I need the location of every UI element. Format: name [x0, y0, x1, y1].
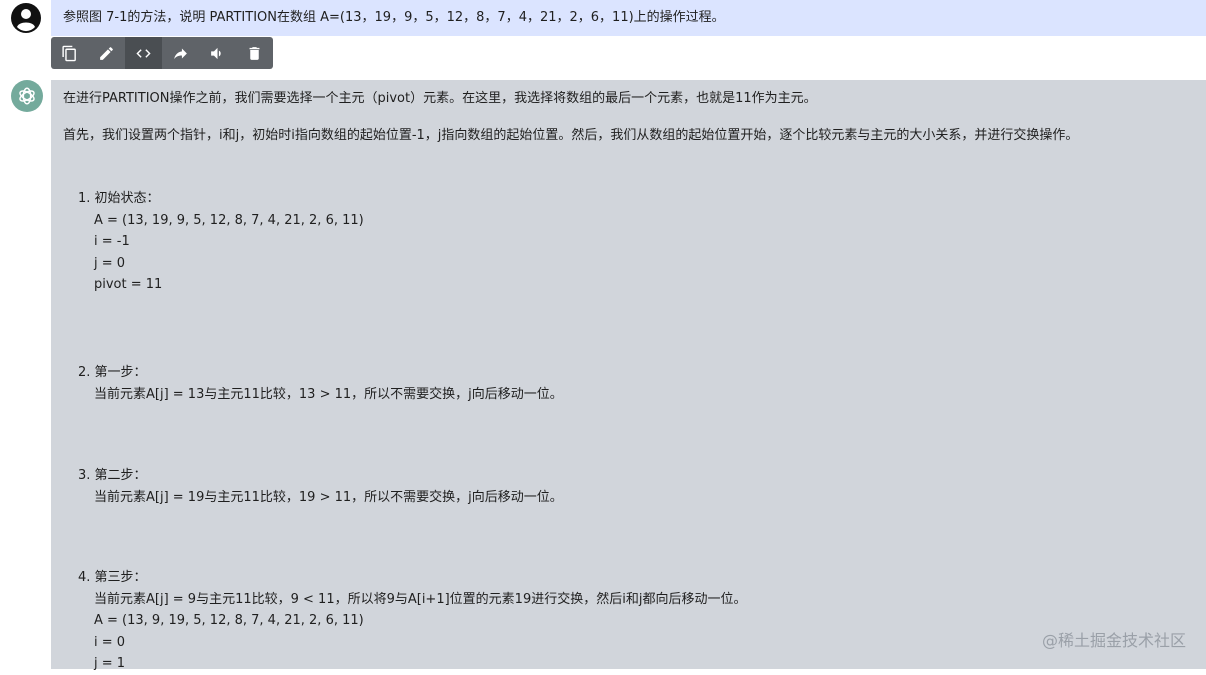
step-line: A = (13, 19, 9, 5, 12, 8, 7, 4, 21, 2, 6…	[94, 212, 364, 228]
speaker-button[interactable]	[199, 37, 236, 69]
step-item: 1. 初始状态： A = (13, 19, 9, 5, 12, 8, 7, 4,…	[78, 188, 364, 296]
copy-button[interactable]	[51, 37, 88, 69]
answer-setup: 首先，我们设置两个指针，i和j，初始时i指向数组的起始位置-1，j指向数组的起始…	[63, 128, 1079, 143]
assistant-answer: 在进行PARTITION操作之前，我们需要选择一个主元（pivot）元素。在这里…	[51, 80, 1206, 671]
step-line: j = 0	[94, 255, 126, 271]
step-line: 当前元素A[j] = 13与主元11比较，13 > 11，所以不需要交换，j向后…	[94, 386, 563, 402]
step-item: 3. 第二步： 当前元素A[j] = 19与主元11比较，19 > 11，所以不…	[78, 465, 563, 508]
code-button[interactable]	[125, 37, 162, 69]
delete-icon	[249, 46, 260, 60]
code-icon	[136, 48, 151, 58]
step-line: 当前元素A[j] = 9与主元11比较，9 < 11，所以将9与A[i+1]位置…	[94, 591, 747, 607]
step-item: 2. 第一步： 当前元素A[j] = 13与主元11比较，13 > 11，所以不…	[78, 362, 563, 405]
question-text: 参照图 7-1的方法，说明 PARTITION在数组 A=(13，19，9，5，…	[63, 10, 725, 25]
step-line: i = 0	[94, 634, 126, 650]
delete-button[interactable]	[236, 37, 273, 69]
share-icon	[174, 48, 187, 59]
step-title: 4. 第三步：	[78, 570, 147, 585]
answer-intro: 在进行PARTITION操作之前，我们需要选择一个主元（pivot）元素。在这里…	[63, 91, 817, 106]
step-line: pivot = 11	[94, 277, 163, 292]
step-title: 2. 第一步：	[78, 365, 147, 380]
edit-button[interactable]	[88, 37, 125, 69]
watermark: @稀土掘金技术社区	[1041, 631, 1186, 650]
share-button[interactable]	[162, 37, 199, 69]
step-line: j = 1	[94, 656, 126, 671]
assistant-avatar-icon	[11, 80, 43, 112]
message-toolbar	[51, 37, 273, 69]
user-avatar-icon	[11, 3, 41, 33]
step-line: i = -1	[94, 234, 130, 249]
step-title: 1. 初始状态：	[78, 191, 160, 206]
copy-icon	[62, 45, 76, 61]
step-line: 当前元素A[j] = 19与主元11比较，19 > 11，所以不需要交换，j向后…	[94, 489, 563, 505]
step-line: A = (13, 9, 19, 5, 12, 8, 7, 4, 21, 2, 6…	[94, 613, 364, 628]
user-question: 参照图 7-1的方法，说明 PARTITION在数组 A=(13，19，9，5，…	[51, 0, 1206, 36]
edit-icon	[100, 46, 113, 60]
step-title: 3. 第二步：	[78, 468, 147, 483]
speaker-icon	[211, 47, 221, 59]
step-item: 4. 第三步： 当前元素A[j] = 9与主元11比较，9 < 11，所以将9与…	[78, 567, 746, 675]
